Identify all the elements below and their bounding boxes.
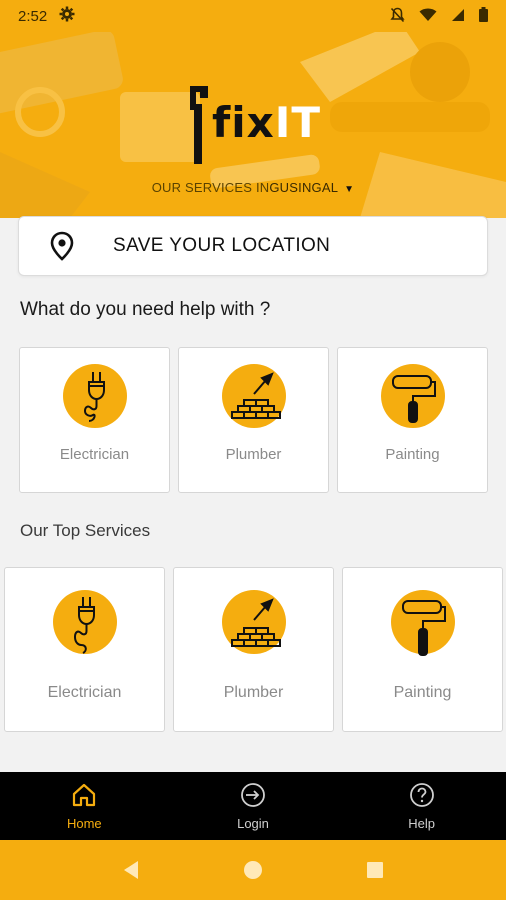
- top-service-label: Painting: [393, 684, 452, 701]
- help-icon: [409, 783, 434, 807]
- nav-help[interactable]: Help: [337, 772, 506, 840]
- system-navigation-bar: [0, 840, 506, 900]
- nav-login-label: Login: [237, 816, 269, 831]
- recents-icon[interactable]: [364, 859, 386, 881]
- status-bar: 2:52: [0, 0, 506, 32]
- save-location-label: SAVE YOUR LOCATION: [113, 235, 331, 256]
- top-service-electrician[interactable]: Electrician: [4, 567, 165, 732]
- logo-it-text: IT: [274, 98, 322, 147]
- bottom-navigation: Home Login Help: [0, 772, 506, 840]
- city-prefix: OUR SERVICES IN: [151, 180, 270, 195]
- wifi-icon: [419, 8, 437, 25]
- trowel-bricks-icon: [230, 598, 281, 647]
- login-icon: [241, 783, 265, 807]
- top-service-label: Plumber: [223, 684, 284, 701]
- settings-gear-icon: [59, 6, 75, 26]
- top-services-title: Our Top Services: [20, 521, 151, 540]
- city-name: GUSINGAL: [269, 180, 339, 195]
- plug-icon: [83, 372, 105, 422]
- paint-roller-icon: [401, 600, 446, 656]
- city-selector[interactable]: OUR SERVICES INGUSINGAL ▼: [0, 180, 506, 195]
- help-card-electrician[interactable]: Electrician: [19, 347, 170, 493]
- help-card-plumber[interactable]: Plumber: [178, 347, 329, 493]
- trowel-bricks-icon: [230, 372, 281, 419]
- help-card-label: Painting: [385, 446, 440, 463]
- paint-roller-icon: [391, 375, 436, 423]
- home-icon: [73, 783, 96, 807]
- top-service-plumber[interactable]: Plumber: [173, 567, 334, 732]
- signal-icon: [451, 8, 465, 25]
- help-section-title: What do you need help with ?: [20, 299, 271, 320]
- save-location-button[interactable]: SAVE YOUR LOCATION: [18, 216, 488, 276]
- battery-icon: [479, 7, 488, 25]
- help-card-label: Plumber: [225, 446, 282, 463]
- top-service-painting[interactable]: Painting: [342, 567, 503, 732]
- hero-header: fixIT OUR SERVICES INGUSINGAL ▼: [0, 32, 506, 218]
- fixit-logo: fixIT: [186, 84, 326, 170]
- nav-home-label: Home: [66, 816, 102, 831]
- help-card-label: Electrician: [59, 446, 130, 463]
- top-service-label: Electrician: [47, 684, 122, 701]
- back-icon[interactable]: [120, 859, 142, 881]
- nav-home[interactable]: Home: [0, 772, 169, 840]
- nav-login[interactable]: Login: [169, 772, 338, 840]
- notifications-off-icon: [390, 7, 405, 26]
- home-circle-icon[interactable]: [242, 859, 264, 881]
- status-time: 2:52: [18, 7, 48, 25]
- help-card-painting[interactable]: Painting: [337, 347, 488, 493]
- nav-help-label: Help: [408, 816, 436, 831]
- plug-icon: [73, 597, 95, 654]
- caret-down-icon: ▼: [344, 184, 355, 195]
- location-pin-icon: [50, 231, 74, 261]
- status-icons: [390, 7, 488, 26]
- logo-fix-text: fix: [212, 98, 275, 147]
